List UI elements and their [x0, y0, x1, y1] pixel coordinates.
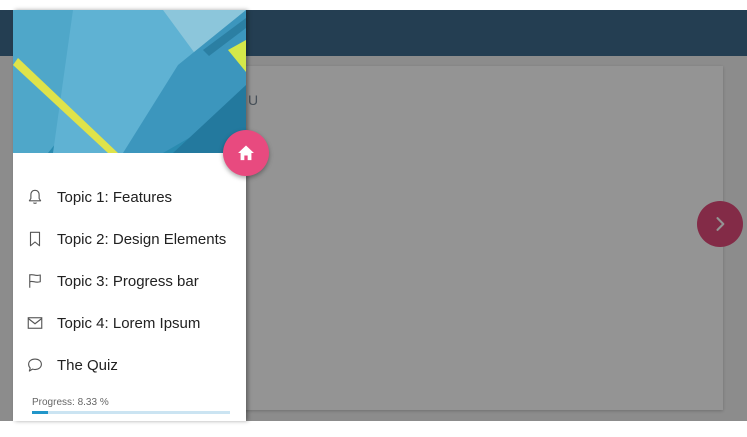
nav-item-label: Topic 3: Progress bar	[57, 272, 199, 290]
nav-item-label: Topic 2: Design Elements	[57, 230, 227, 248]
nav-item-topic-3[interactable]: Topic 3: Progress bar	[13, 260, 246, 302]
topic-list: Topic 1: Features Topic 2: Design Elemen…	[13, 176, 246, 386]
chat-bubble-icon	[13, 356, 57, 374]
nav-item-label: Topic 4: Lorem Ipsum	[57, 314, 201, 332]
nav-item-quiz[interactable]: The Quiz	[13, 344, 246, 386]
progress-bar	[32, 411, 230, 414]
mail-icon	[13, 314, 57, 332]
nav-item-label: The Quiz	[57, 356, 118, 374]
home-button[interactable]	[223, 130, 269, 176]
nav-item-topic-4[interactable]: Topic 4: Lorem Ipsum	[13, 302, 246, 344]
navigation-drawer: Topic 1: Features Topic 2: Design Elemen…	[13, 10, 246, 421]
home-icon	[238, 145, 254, 161]
flag-icon	[13, 272, 57, 290]
bell-icon	[13, 188, 57, 206]
nav-item-topic-2[interactable]: Topic 2: Design Elements	[13, 218, 246, 260]
progress-label: Progress: 8.33 %	[32, 397, 109, 408]
nav-item-label: Topic 1: Features	[57, 188, 173, 206]
nav-item-topic-1[interactable]: Topic 1: Features	[13, 176, 246, 218]
drawer-header-image	[13, 10, 246, 153]
bookmark-icon	[13, 230, 57, 248]
progress-bar-fill	[32, 411, 49, 414]
